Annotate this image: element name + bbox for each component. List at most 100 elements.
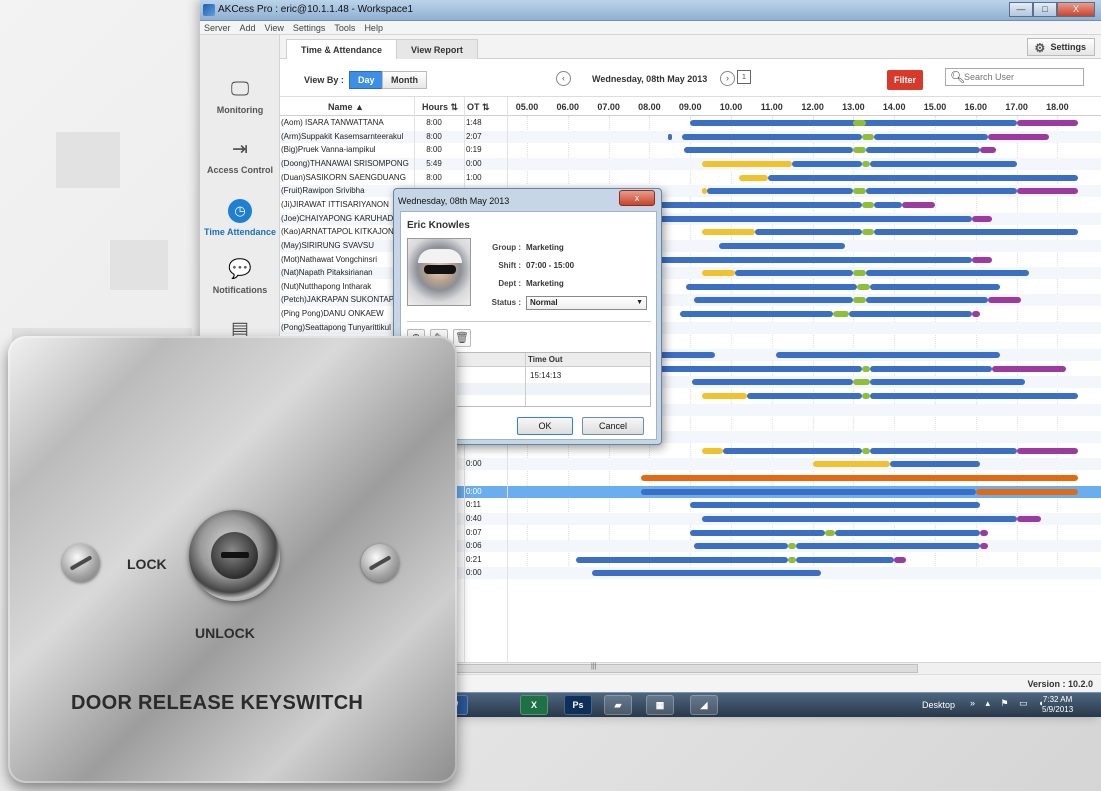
name-column-header[interactable]: Name ▲ bbox=[328, 102, 364, 112]
attendance-bar-work[interactable] bbox=[649, 256, 972, 263]
attendance-bar-work[interactable] bbox=[796, 556, 895, 563]
attendance-bar-work[interactable] bbox=[694, 297, 854, 304]
sidebar-item-time-attendance[interactable]: ◷ Time Attendance bbox=[200, 199, 280, 249]
attendance-bar-work[interactable] bbox=[649, 201, 862, 208]
tray-icons[interactable]: » ▴ ⚑ ▭ ◖ bbox=[970, 698, 1048, 709]
attendance-bar-work[interactable] bbox=[865, 270, 1029, 277]
attendance-bar-work[interactable] bbox=[869, 160, 1017, 167]
attendance-bar-break[interactable] bbox=[861, 201, 874, 208]
attendance-bar-work[interactable] bbox=[869, 379, 1025, 386]
attendance-bar-work[interactable] bbox=[747, 393, 862, 399]
attendance-bar-break[interactable] bbox=[824, 529, 836, 536]
table-row[interactable]: (Big)Pruek Vanna-iampikul 8:00 0:19 bbox=[280, 144, 1101, 156]
excel-icon[interactable]: X bbox=[520, 695, 548, 715]
attendance-bar-break[interactable] bbox=[861, 229, 874, 236]
attendance-bar-overtime[interactable] bbox=[979, 543, 989, 550]
attendance-bar-work[interactable] bbox=[592, 570, 821, 577]
attendance-bar-break[interactable] bbox=[861, 160, 870, 167]
attendance-bar-work[interactable] bbox=[690, 529, 825, 536]
attendance-bar-overtime[interactable] bbox=[971, 256, 993, 263]
delete-icon[interactable]: 🗑 bbox=[453, 329, 471, 347]
attendance-bar-work[interactable] bbox=[667, 133, 672, 140]
attendance-bar-work[interactable] bbox=[869, 283, 1001, 290]
attendance-bar-break[interactable] bbox=[853, 379, 870, 386]
calculator-icon[interactable]: ▦ bbox=[646, 695, 674, 715]
menu-add[interactable]: Add bbox=[240, 21, 256, 34]
menu-tools[interactable]: Tools bbox=[334, 21, 355, 34]
menu-server[interactable]: Server bbox=[204, 21, 231, 34]
calendar-icon[interactable]: 1 bbox=[737, 70, 751, 84]
sidebar-item-monitoring[interactable]: 🖵 Monitoring bbox=[200, 79, 280, 129]
attendance-bar-work[interactable] bbox=[682, 133, 862, 140]
attendance-bar-work[interactable] bbox=[649, 365, 862, 372]
attendance-bar-overtime[interactable] bbox=[992, 365, 1066, 372]
attendance-bar-break[interactable] bbox=[853, 270, 866, 277]
close-button[interactable]: X bbox=[1057, 2, 1095, 17]
attendance-bar-break[interactable] bbox=[861, 393, 870, 399]
attendance-bar-work[interactable] bbox=[702, 515, 1017, 522]
attendance-bar-late[interactable] bbox=[739, 174, 768, 181]
attendance-bar-work[interactable] bbox=[873, 229, 1078, 236]
menu-settings[interactable]: Settings bbox=[293, 21, 326, 34]
status-dropdown[interactable]: Normal ▼ bbox=[526, 296, 647, 310]
search-user-input[interactable] bbox=[964, 70, 1082, 84]
attendance-bar-work[interactable] bbox=[873, 201, 903, 208]
attendance-bar-overtime[interactable] bbox=[971, 215, 993, 222]
next-day-button[interactable]: › bbox=[720, 71, 735, 86]
attendance-bar-work[interactable] bbox=[680, 311, 833, 318]
attendance-bar-work[interactable] bbox=[690, 502, 980, 509]
tab-time-attendance[interactable]: Time & Attendance bbox=[286, 39, 398, 60]
attendance-bar-late[interactable] bbox=[702, 447, 723, 454]
attendance-bar-work[interactable] bbox=[890, 461, 980, 468]
day-view-button[interactable]: Day bbox=[349, 71, 384, 89]
attendance-bar-late[interactable] bbox=[812, 461, 891, 468]
attendance-bar-work[interactable] bbox=[755, 229, 862, 236]
attendance-bar-work[interactable] bbox=[775, 352, 1001, 359]
attendance-bar-break[interactable] bbox=[857, 283, 870, 290]
attendance-bar-work[interactable] bbox=[694, 543, 789, 550]
attendance-bar-work[interactable] bbox=[767, 174, 1078, 181]
attendance-bar-break[interactable] bbox=[853, 120, 866, 126]
attendance-bar-break[interactable] bbox=[788, 556, 797, 563]
attendance-bar-overtime[interactable] bbox=[979, 529, 989, 536]
attendance-bar-late[interactable] bbox=[702, 393, 748, 399]
menu-help[interactable]: Help bbox=[364, 21, 383, 34]
attendance-bar-break[interactable] bbox=[833, 311, 850, 318]
attendance-bar-absent[interactable] bbox=[975, 488, 1078, 495]
attendance-bar-work[interactable] bbox=[649, 215, 972, 222]
attendance-bar-work[interactable] bbox=[869, 447, 1017, 454]
attendance-bar-work[interactable] bbox=[718, 242, 846, 249]
attendance-bar-work[interactable] bbox=[865, 188, 1017, 195]
attendance-bar-break[interactable] bbox=[788, 543, 797, 550]
attendance-bar-break[interactable] bbox=[853, 297, 866, 304]
attendance-bar-overtime[interactable] bbox=[1016, 447, 1078, 454]
attendance-bar-work[interactable] bbox=[684, 147, 854, 154]
table-row[interactable]: (Doong)THANAWAI SRISOMPONG 5:49 0:00 bbox=[280, 157, 1101, 170]
ot-column-header[interactable]: OT ⇅ bbox=[467, 102, 490, 113]
previous-day-button[interactable]: ‹ bbox=[556, 71, 571, 86]
maximize-button[interactable]: □ bbox=[1033, 2, 1057, 17]
attendance-bar-break[interactable] bbox=[861, 133, 874, 140]
attendance-bar-late[interactable] bbox=[702, 160, 793, 167]
attendance-bar-work[interactable] bbox=[735, 270, 854, 277]
attendance-bar-work[interactable] bbox=[692, 379, 854, 386]
attendance-bar-work[interactable] bbox=[869, 393, 1078, 399]
attendance-bar-overtime[interactable] bbox=[988, 133, 1050, 140]
month-view-button[interactable]: Month bbox=[382, 71, 427, 89]
attendance-bar-overtime[interactable] bbox=[1016, 120, 1078, 126]
attendance-bar-overtime[interactable] bbox=[902, 201, 935, 208]
hours-column-header[interactable]: Hours ⇅ bbox=[422, 102, 458, 113]
clock[interactable]: 7:32 AM 5/9/2013 bbox=[1042, 695, 1073, 715]
attendance-bar-work[interactable] bbox=[869, 365, 993, 372]
table-row[interactable]: (Duan)SASIKORN SAENGDUANG 8:00 1:00 bbox=[280, 172, 1101, 184]
settings-button[interactable]: ⚙ Settings bbox=[1027, 38, 1095, 56]
attendance-bar-late[interactable] bbox=[702, 188, 707, 195]
attendance-bar-work[interactable] bbox=[575, 556, 789, 563]
attendance-bar-work[interactable] bbox=[706, 188, 854, 195]
filter-button[interactable]: Filter bbox=[887, 70, 923, 90]
time-out-value[interactable]: 15:14:13 bbox=[530, 371, 561, 380]
attendance-bar-absent[interactable] bbox=[641, 474, 1078, 481]
attendance-bar-overtime[interactable] bbox=[894, 556, 907, 563]
app-icon[interactable]: ◢ bbox=[690, 695, 718, 715]
photoshop-icon[interactable]: Ps bbox=[564, 695, 592, 715]
